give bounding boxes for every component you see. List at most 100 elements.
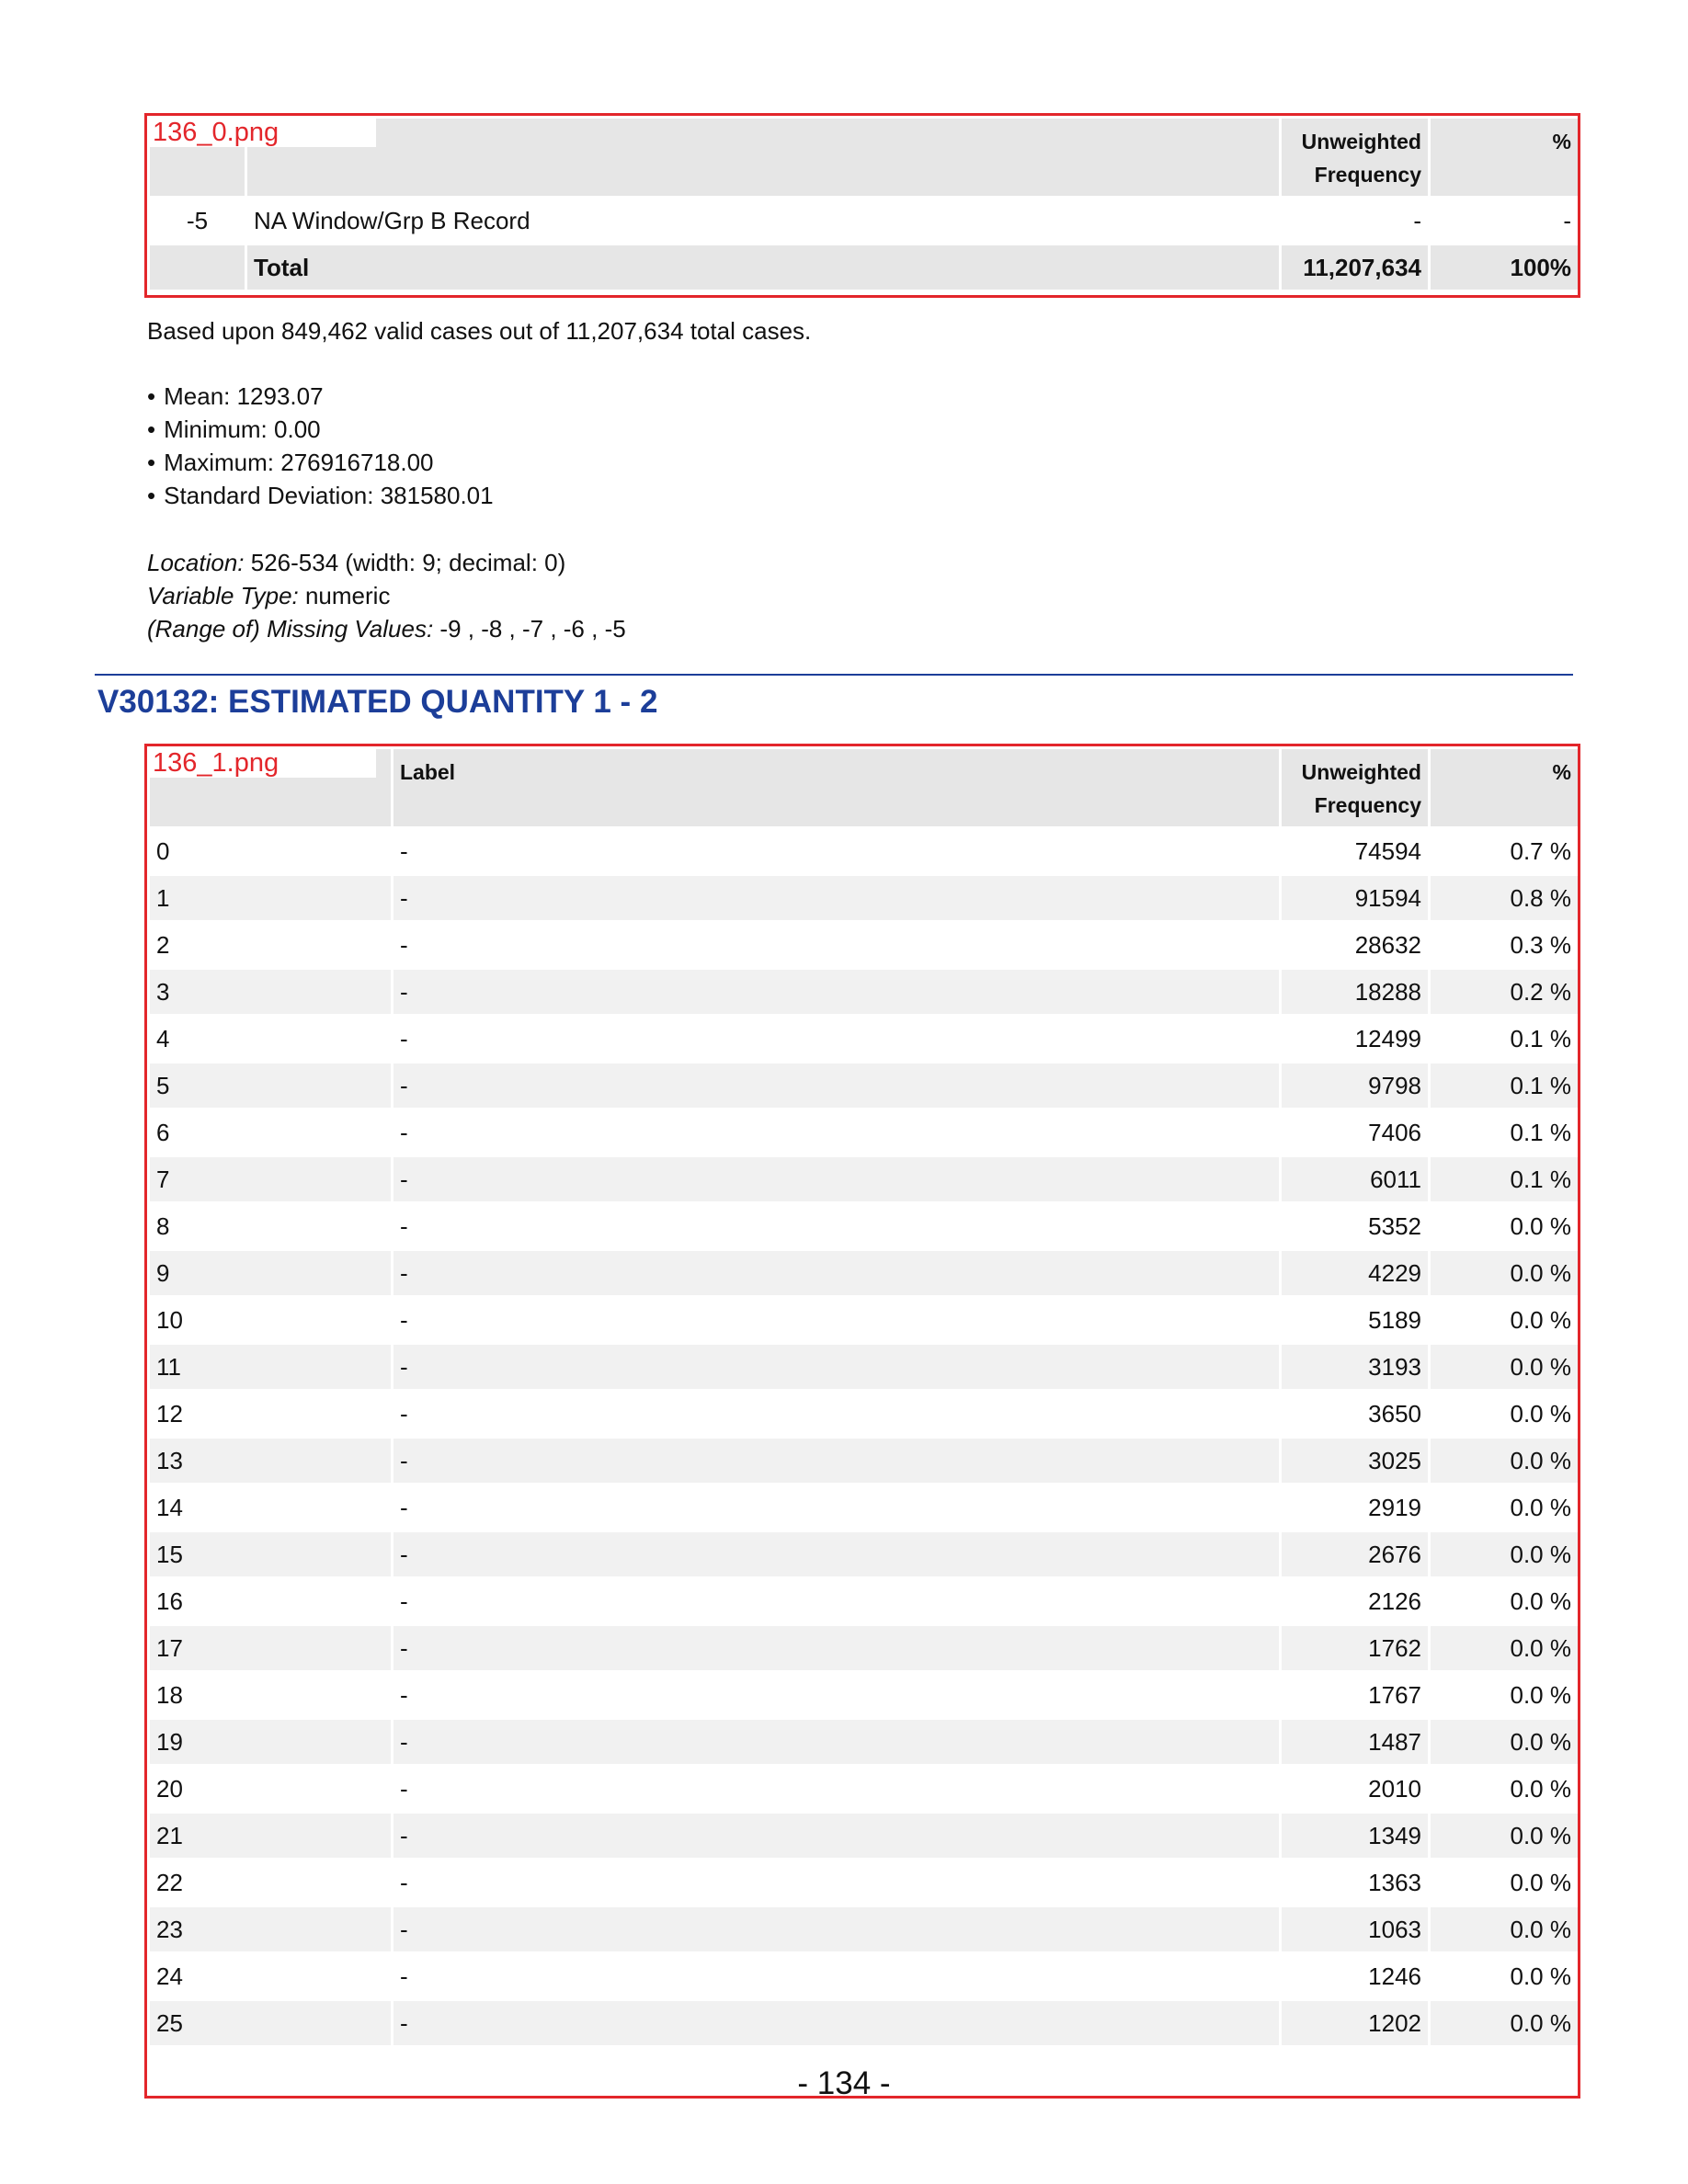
row-label: - [400,930,408,959]
table-row: 15-2676 0.0 % [150,1532,1578,1576]
table1-total-row: Total 11,207,634 100% [150,245,1578,290]
table-row: 13-3025 0.0 % [150,1439,1578,1483]
table-row: 19-1487 0.0 % [150,1720,1578,1764]
table1-frame: 136_0.png Unweighted Frequency % -5 NA W… [144,113,1580,298]
table-row: 10 - 5189 0.0 % [150,1298,1578,1342]
row-value: 16 [156,1587,183,1615]
row-label: - [393,1345,1279,1389]
row-label: - [400,1774,408,1803]
table-row: 3-18288 0.2 % [150,970,1578,1014]
row-percent: 0.0 % [1431,1626,1578,1670]
row-label: - [393,1626,1279,1670]
row-value: 0 [156,836,170,865]
row-label: - [400,836,408,865]
row-percent: 0.1 % [1431,1157,1578,1201]
row-value: 21 [150,1814,391,1858]
row-label: - [400,1680,408,1709]
variable-type-value: numeric [298,582,391,609]
row-label: - [400,1024,408,1052]
row-frequency: 3193 [1282,1345,1428,1389]
row-frequency: 5352 [1368,1211,1421,1240]
statistics-list: Mean: 1293.07 Minimum: 0.00 Maximum: 276… [147,380,494,512]
table2-frame: 136_1.png Label Unweighted Frequency % 0… [144,744,1580,2099]
table-row: 16 - 2126 0.0 % [150,1579,1578,1623]
row-percent: 0.0 % [1431,1814,1578,1858]
table-row: -5 NA Window/Grp B Record - - [150,199,1578,243]
row-value: 22 [156,1868,183,1896]
row-value: 18 [156,1680,183,1709]
table-row: 22 - 1363 0.0 % [150,1860,1578,1905]
row-percent: 0.0 % [1510,1774,1572,1803]
variable-type-label: Variable Type: [147,582,299,609]
row-percent: 0.8 % [1431,876,1578,920]
row-frequency: 1767 [1368,1680,1421,1709]
table-row: 0 - 74594 0.7 % [150,829,1578,873]
row-percent: 0.0 % [1431,1532,1578,1576]
table-row: 11-3193 0.0 % [150,1345,1578,1389]
row-percent: 0.0 % [1510,1587,1572,1615]
table2-body: 0-74594 0.7 % 1-91594 0.8 % 2-28632 0.3 % 3-18… [150,829,1578,2045]
row-label: - [400,1868,408,1896]
row-value: 24 [156,1962,183,1990]
row-percent: 0.3 % [1510,930,1572,959]
row-frequency: 74594 [1354,836,1421,865]
row-label: - [400,1399,408,1428]
row-frequency: 18288 [1282,970,1428,1014]
missing-values-value: -9 , -8 , -7 , -6 , -5 [433,615,626,643]
stat-mean: Mean: 1293.07 [147,380,494,413]
row-percent: 0.2 % [1431,970,1578,1014]
row-frequency: 4229 [1282,1251,1428,1295]
section-divider [95,674,1573,676]
row-label: - [400,1962,408,1990]
row-label: - [400,1493,408,1521]
row-label: NA Window/Grp B Record [254,206,530,234]
row-value: 1 [150,876,391,920]
row-label: - [393,1064,1279,1108]
row-percent: 0.0 % [1510,1962,1572,1990]
table-row: 12 - 3650 0.0 % [150,1392,1578,1436]
row-percent: 0.0 % [1510,1868,1572,1896]
row-percent: 0.0 % [1431,1439,1578,1483]
row-label: - [400,1305,408,1334]
row-value: 7 [150,1157,391,1201]
row-code: -5 [186,206,209,234]
row-value: 4 [156,1024,170,1052]
total-code-cell [150,245,245,290]
location-line: Location: 526-534 (width: 9; decimal: 0) [147,546,626,579]
variable-type-line: Variable Type: numeric [147,579,626,612]
table-row: 5-9798 0.1 % [150,1064,1578,1108]
row-frequency: 1063 [1282,1907,1428,1951]
row-frequency: 1487 [1282,1720,1428,1764]
total-label: Total [247,245,1279,290]
row-label: - [393,1157,1279,1201]
row-value: 17 [150,1626,391,1670]
row-value: 5 [150,1064,391,1108]
table2-header-label: Label [393,749,1279,826]
row-frequency: 1246 [1368,1962,1421,1990]
row-label: - [400,1211,408,1240]
row-percent: - [1563,206,1571,234]
row-frequency: 1363 [1368,1868,1421,1896]
row-label: - [393,1720,1279,1764]
table-row: 6 - 7406 0.1 % [150,1110,1578,1155]
row-value: 9 [150,1251,391,1295]
table-row: 1-91594 0.8 % [150,876,1578,920]
row-frequency: 5189 [1368,1305,1421,1334]
table-row: 21-1349 0.0 % [150,1814,1578,1858]
row-percent: 0.0 % [1510,1680,1572,1709]
missing-values-line: (Range of) Missing Values: -9 , -8 , -7 … [147,612,626,645]
table-row: 17-1762 0.0 % [150,1626,1578,1670]
row-label: - [400,1118,408,1146]
missing-values-label: (Range of) Missing Values: [147,615,434,643]
row-percent: 0.0 % [1510,1399,1572,1428]
table-row: 20 - 2010 0.0 % [150,1767,1578,1811]
row-value: 23 [150,1907,391,1951]
table2-image-tag: 136_1.png [150,749,376,778]
row-label: - [393,970,1279,1014]
row-frequency: 2919 [1368,1493,1421,1521]
table1-header-percent: % [1431,119,1578,196]
row-frequency: 91594 [1282,876,1428,920]
table-row: 4 - 12499 0.1 % [150,1017,1578,1061]
row-value: 20 [156,1774,183,1803]
row-label: - [393,1439,1279,1483]
